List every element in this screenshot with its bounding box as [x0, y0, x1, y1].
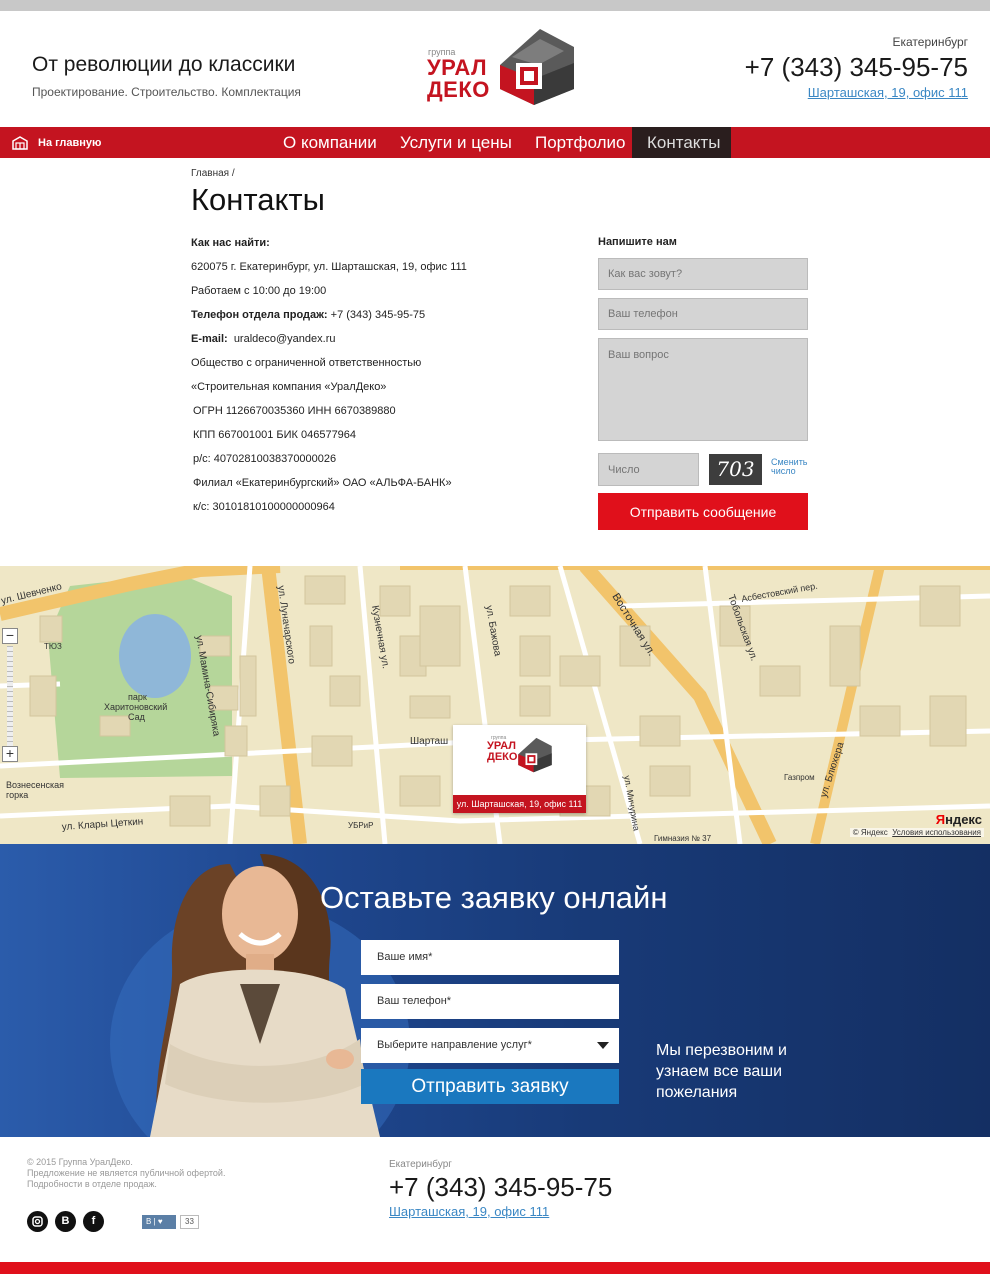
facebook-icon[interactable]: f	[83, 1211, 104, 1232]
phone-field[interactable]	[598, 298, 808, 330]
vk-like-button[interactable]: B | ♥	[142, 1215, 176, 1229]
contact-heading: Как нас найти:	[191, 237, 270, 249]
top-gray-bar	[0, 0, 990, 11]
logo-line-2: ДЕКО	[427, 77, 490, 102]
logo[interactable]: группа УРАЛ ДЕКО	[424, 27, 576, 111]
map-copyright-text: © Яндекс	[852, 828, 888, 837]
message-form-title: Напишите нам	[598, 236, 677, 248]
map-label-ubrir: УБРиР	[348, 821, 373, 830]
map-label-gazprom: Газпром	[784, 773, 815, 782]
slogan: От революции до классики	[32, 53, 296, 76]
question-field[interactable]	[598, 338, 808, 441]
footer-phone[interactable]: +7 (343) 345-95-75	[389, 1172, 612, 1203]
bottom-red-bar	[0, 1262, 990, 1274]
lead-title: Оставьте заявку онлайн	[320, 880, 668, 915]
nav-item-about[interactable]: О компании	[268, 127, 392, 158]
map-copyright: © Яндекс Условия использования	[849, 828, 984, 837]
header: От революции до классики Проектирование.…	[0, 11, 990, 127]
email-label: E-mail:	[191, 333, 228, 345]
yandex-logo-y: Я	[935, 812, 946, 827]
footer-copy-line-3: Подробности в отделе продаж.	[27, 1179, 157, 1189]
header-city: Екатеринбург	[892, 35, 969, 49]
bank-account: р/с: 40702810038370000026	[193, 453, 337, 465]
logo-line-1: УРАЛ	[427, 55, 488, 80]
map-label-gorka: горка	[6, 790, 28, 800]
map-label-tyuz: ТЮЗ	[44, 642, 62, 651]
nav-item-contacts[interactable]: Контакты	[632, 127, 731, 158]
logo-mark-icon	[500, 29, 574, 105]
instagram-icon[interactable]	[27, 1211, 48, 1232]
home-icon	[12, 135, 28, 150]
callout-logo-line-2: ДЕКО	[487, 751, 518, 763]
kpp-bik: КПП 667001001 БИК 046577964	[193, 429, 357, 441]
footer: © 2015 Группа УралДеко. Предложение не я…	[0, 1137, 990, 1274]
nav-item-portfolio[interactable]: Портфолио	[520, 127, 640, 158]
lead-submit-button[interactable]: Отправить заявку	[361, 1069, 619, 1104]
lead-service-label: Выберите направление услуг*	[377, 1039, 532, 1051]
page-title: Контакты	[191, 182, 325, 217]
captcha-refresh-link[interactable]: Сменить число	[771, 458, 821, 476]
lead-section: Оставьте заявку онлайн Ваше имя* Ваш тел…	[0, 844, 990, 1137]
map-label-park1: парк	[128, 692, 147, 702]
sales-phone-label: Телефон отдела продаж:	[191, 309, 328, 321]
nav-home-label: На главную	[38, 136, 102, 149]
lead-service-select[interactable]: Выберите направление услуг*	[361, 1028, 619, 1063]
zoom-in-icon[interactable]: +	[2, 746, 18, 762]
org-line-1: Общество с ограниченной ответственностью	[191, 357, 422, 369]
contact-address: 620075 г. Екатеринбург, ул. Шарташская, …	[191, 261, 467, 273]
zoom-slider[interactable]	[7, 646, 13, 746]
org-line-2: «Строительная компания «УралДеко»	[191, 381, 387, 393]
lead-phone-field[interactable]: Ваш телефон*	[361, 984, 619, 1019]
header-address-link[interactable]: Шарташская, 19, офис 111	[808, 85, 968, 100]
captcha-field[interactable]	[598, 453, 699, 486]
header-phone[interactable]: +7 (343) 345-95-75	[745, 52, 968, 83]
footer-copy-line-2: Предложение не является публичной оферто…	[27, 1168, 226, 1178]
footer-city: Екатеринбург	[389, 1159, 452, 1170]
zoom-out-icon[interactable]: −	[2, 628, 18, 644]
ogrn-inn: ОГРН 1126670035360 ИНН 6670389880	[193, 405, 396, 417]
map-callout[interactable]: группа УРАЛ ДЕКО ул. Шарташская, 19, офи…	[453, 725, 586, 813]
dropdown-caret-icon	[597, 1042, 609, 1049]
name-field[interactable]	[598, 258, 808, 290]
slogan-subtitle: Проектирование. Строительство. Комплекта…	[32, 85, 301, 99]
footer-copyright: © 2015 Группа УралДеко. Предложение не я…	[27, 1157, 247, 1190]
bank-branch: Филиал «Екатеринбургский» ОАО «АЛЬФА-БАН…	[193, 477, 452, 489]
map-zoom-control[interactable]: − +	[2, 628, 18, 764]
send-message-button[interactable]: Отправить сообщение	[598, 493, 808, 530]
lead-note: Мы перезвоним и узнаем все ваши пожелани…	[656, 1042, 787, 1101]
corr-account: к/с: 30101810100000000964	[193, 501, 335, 513]
nav-item-services[interactable]: Услуги и цены	[385, 127, 527, 158]
main-nav: На главную О компании Услуги и цены Порт…	[0, 127, 990, 158]
map-label-park2: Харитоновский	[104, 702, 167, 712]
vk-icon[interactable]: B	[55, 1211, 76, 1232]
breadcrumb[interactable]: Главная /	[191, 168, 235, 179]
lead-name-field[interactable]: Ваше имя*	[361, 940, 619, 975]
map-label-sharts: Шарташ	[410, 736, 448, 747]
footer-address-link[interactable]: Шарташская, 19, офис 111	[389, 1204, 549, 1219]
email-link[interactable]: uraldeco@yandex.ru	[234, 333, 336, 345]
callout-address: ул. Шарташская, 19, офис 111	[453, 795, 586, 813]
map-terms-link[interactable]: Условия использования	[892, 828, 981, 837]
yandex-logo: Яндекс	[936, 812, 982, 827]
vk-like-count: 33	[180, 1215, 199, 1229]
logo-mark-icon	[518, 737, 552, 773]
contact-hours: Работаем с 10:00 до 19:00	[191, 285, 327, 297]
map-label-park3: Сад	[128, 712, 146, 722]
nav-home-link[interactable]: На главную	[12, 127, 101, 158]
sales-phone[interactable]: +7 (343) 345-95-75	[331, 309, 425, 321]
contact-info: Как нас найти: 620075 г. Екатеринбург, у…	[191, 236, 531, 524]
map-label-gymnasium: Гимназия № 37	[654, 834, 712, 843]
vk-like-widget[interactable]: B | ♥ 33	[142, 1215, 199, 1229]
footer-copy-line-1: © 2015 Группа УралДеко.	[27, 1157, 133, 1167]
map-label-voznes: Вознесенская	[6, 780, 64, 790]
yandex-logo-rest: ндекс	[945, 812, 982, 827]
captcha-image: 703	[709, 454, 762, 485]
